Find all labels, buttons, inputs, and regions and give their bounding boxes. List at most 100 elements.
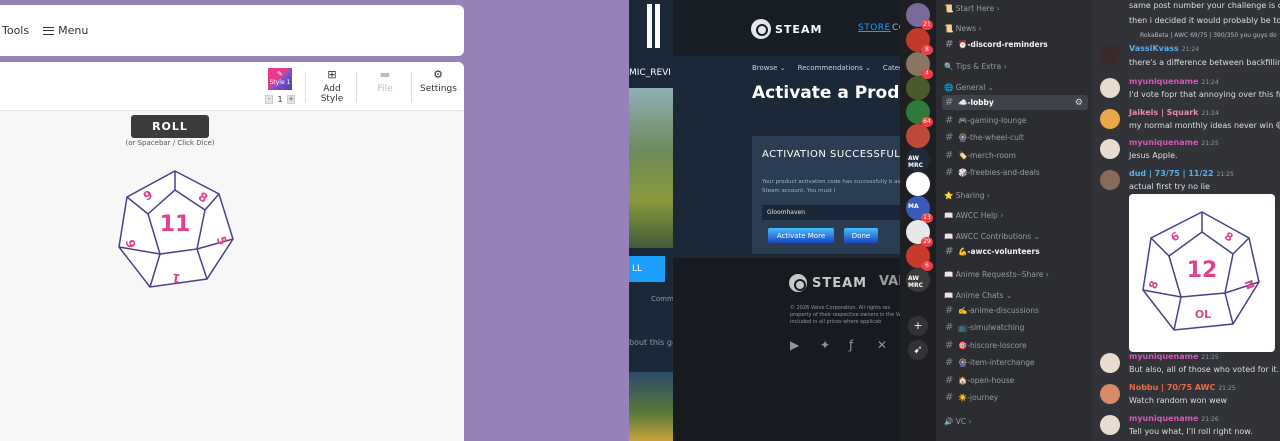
channel-item[interactable]: # ☀️-journey [942, 390, 1088, 405]
channel-category[interactable]: 🔍 Tips & Extra › [944, 62, 1007, 71]
avatar[interactable] [1100, 384, 1120, 404]
server-icon[interactable] [906, 76, 930, 100]
channel-category[interactable]: 📜 Start Here › [944, 4, 1000, 13]
author-name[interactable]: myuniquename [1129, 414, 1198, 423]
hash-icon: # [945, 246, 954, 257]
avatar[interactable] [1100, 170, 1120, 190]
channel-item[interactable]: # ✍️-anime-discussions [942, 303, 1088, 318]
avatar[interactable] [1100, 139, 1120, 159]
avatar[interactable] [1100, 45, 1120, 65]
nav-community[interactable]: CO [892, 23, 900, 33]
server-icon[interactable]: 21 [906, 3, 933, 30]
quantity-stepper: - 1 + [265, 94, 295, 105]
add-style-button[interactable]: ⊞ Add Style [316, 68, 348, 104]
message-author[interactable]: myuniquename 21:25 [1129, 138, 1219, 147]
author-name[interactable]: Nobbu | 70/75 AWC [1129, 383, 1215, 392]
menu-button[interactable]: Menu [43, 24, 88, 37]
facebook-icon[interactable]: ƒ [849, 338, 853, 352]
channel-item[interactable]: # ☁️-lobby ⚙ [942, 95, 1088, 110]
avatar[interactable] [1100, 415, 1120, 435]
settings-button[interactable]: ⚙ Settings [420, 68, 457, 94]
d12-die[interactable]: 11 9 8 5 1 6 [115, 167, 235, 292]
server-icon[interactable]: 8 [906, 28, 933, 55]
avatar[interactable] [1100, 109, 1120, 129]
message-author[interactable]: Nobbu | 70/75 AWC 21:25 [1129, 383, 1236, 392]
valve-logo[interactable]: VAL [879, 274, 900, 289]
x-icon[interactable]: ✕ [877, 338, 887, 352]
channel-item[interactable]: # ⏰-discord-reminders [942, 37, 1088, 52]
channel-category[interactable]: 🌐 General ⌄ [944, 83, 994, 92]
channel-category[interactable]: 📖 AWCC Contributions ⌄ [944, 232, 1040, 241]
channel-category[interactable]: 📜 News › [944, 24, 981, 33]
qty-minus-button[interactable]: - [265, 95, 273, 104]
footer-steam-logo[interactable]: STEAM [789, 274, 867, 292]
subnav-recommendations[interactable]: Recommendations ⌄ [798, 64, 871, 72]
gear-icon: ⚙ [433, 68, 443, 81]
install-button[interactable]: LL [629, 256, 665, 282]
avatar[interactable] [1100, 353, 1120, 373]
author-name[interactable]: myuniquename [1129, 138, 1198, 147]
activate-more-button[interactable]: Activate More [768, 228, 834, 243]
channel-item[interactable]: # 🎡-the-wheel-cult [942, 130, 1088, 145]
channel-item[interactable]: # 🎲-freebies-and-deals [942, 165, 1088, 180]
author-name[interactable]: VassiKvass [1129, 44, 1179, 53]
tools-menu[interactable]: Tools [2, 24, 29, 37]
subnav-categories[interactable]: Categor [883, 64, 900, 72]
image-die-result: 12 [1187, 258, 1218, 283]
server-icon[interactable]: 29 [906, 220, 933, 247]
activation-text: Your product activation code has success… [762, 179, 900, 194]
channel-category[interactable]: 📖 Anime Requests--Share › [944, 270, 1049, 279]
qty-plus-button[interactable]: + [287, 95, 295, 104]
channel-item[interactable]: # 💪-awcc-volunteers [942, 244, 1088, 259]
message-author[interactable]: Jaikeis | Squark 21:24 [1129, 108, 1219, 117]
channel-category[interactable]: 📖 Anime Chats ⌄ [944, 291, 1012, 300]
message-text: Watch random won wew [1129, 396, 1228, 405]
channel-name: 💪-awcc-volunteers [958, 247, 1040, 256]
message-author[interactable]: myuniquename 21:24 [1129, 77, 1219, 86]
pencil-icon: ✎ [277, 70, 283, 78]
channel-item[interactable]: # 🎮-gaming-lounge [942, 113, 1088, 128]
reply-preview[interactable]: RokaBeta | AWC 69/75 | 390/350 you guys … [1140, 32, 1277, 39]
message-author[interactable]: myuniquename 21:26 [1129, 414, 1219, 423]
youtube-icon[interactable]: ▶ [790, 338, 799, 352]
channel-settings-icon[interactable]: ⚙ [1075, 98, 1083, 108]
server-icon[interactable]: 64 [906, 100, 933, 127]
hash-icon: # [945, 322, 954, 333]
channel-category[interactable]: ⭐ Sharing › [944, 191, 990, 200]
subnav-browse[interactable]: Browse ⌄ [752, 64, 786, 72]
nav-store[interactable]: STORE [858, 23, 891, 33]
server-icon[interactable]: 6 [906, 244, 933, 271]
done-button[interactable]: Done [844, 228, 878, 243]
channel-item[interactable]: # 🏠-open-house [942, 373, 1088, 388]
author-name[interactable]: Jaikeis | Squark [1129, 108, 1199, 117]
qty-value[interactable]: 1 [273, 95, 287, 104]
message-author[interactable]: myuniquename 21:25 [1129, 352, 1219, 361]
message-author[interactable]: dud | 73/75 | 11/22 21:25 [1129, 169, 1234, 178]
dice-roll-image[interactable]: 12 6 8 N OL 8 [1129, 194, 1275, 352]
channel-category[interactable]: 🔊 VC › [944, 417, 971, 426]
bluesky-icon[interactable]: ✦ [820, 338, 830, 352]
message-author[interactable]: VassiKvass 21:24 [1129, 44, 1199, 53]
avatar[interactable] [1100, 78, 1120, 98]
message-time: 21:25 [1201, 140, 1219, 147]
author-name[interactable]: myuniquename [1129, 77, 1198, 86]
hash-icon: # [945, 167, 954, 178]
discover-icon[interactable]: ➹ [908, 340, 928, 360]
author-name[interactable]: dud | 73/75 | 11/22 [1129, 169, 1214, 178]
steam-logo[interactable]: STEAM [751, 19, 822, 39]
channel-item[interactable]: # 🎯-hiscore-loscore [942, 338, 1088, 353]
server-icon[interactable]: 4 [906, 52, 933, 79]
add-server-icon[interactable]: + [908, 316, 928, 336]
style-swatch-button[interactable]: ✎ Style 1 [268, 68, 292, 90]
channel-item[interactable]: # 📺-simulwatching [942, 320, 1088, 335]
channel-item[interactable]: # 🏷️-merch-room [942, 148, 1088, 163]
add-style-icon: ⊞ [327, 68, 337, 81]
file-button[interactable]: ▬ File [371, 69, 399, 94]
community-tab[interactable]: Comm [651, 295, 673, 303]
channel-category[interactable]: 📖 AWCC Help › [944, 211, 1003, 220]
roll-button[interactable]: ROLL [131, 115, 209, 138]
author-name[interactable]: myuniquename [1129, 352, 1198, 361]
channel-item[interactable]: # 🎡-item-interchange [942, 355, 1088, 370]
server-icon[interactable] [906, 172, 930, 196]
server-icon[interactable] [906, 124, 930, 148]
